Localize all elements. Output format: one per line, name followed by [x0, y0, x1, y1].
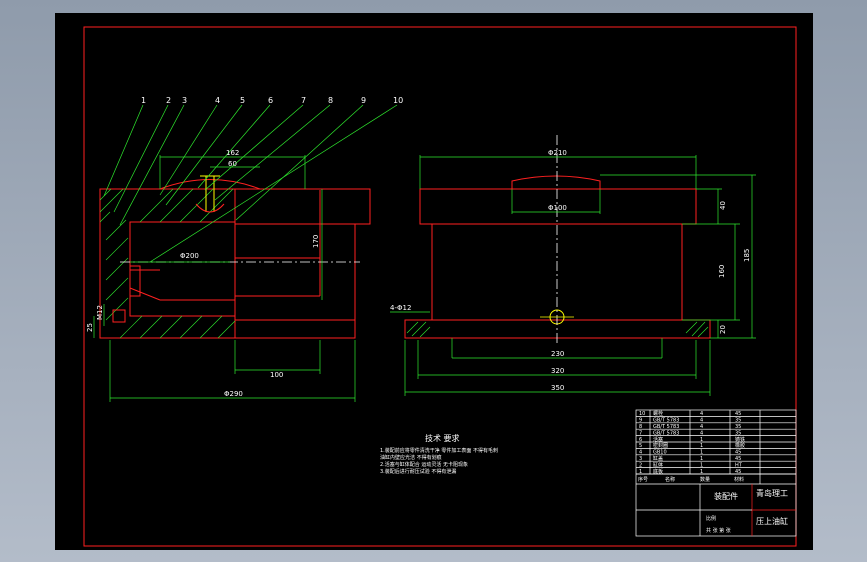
parts-row-no: 10 [639, 411, 645, 417]
notes-line-2: 油缸内壁应光洁 不得有划痕 [380, 454, 442, 461]
dim-m12: M12 [96, 305, 104, 320]
dim-40: 40 [719, 201, 727, 210]
tb-sheet: 共 张 第 张 [706, 527, 731, 534]
dim-4-dia-12: 4-Φ12 [390, 304, 411, 312]
parts-row-name: GB/T 5783 [653, 424, 679, 430]
parts-row-mat: 橡胶 [735, 442, 745, 449]
parts-row-name: 缸体 [653, 461, 663, 468]
parts-row-name: 活塞 [653, 436, 663, 443]
parts-row-qty: 1 [700, 450, 703, 456]
tb-part-name: 压上油缸 [756, 516, 788, 526]
tb-header-qty: 数量 [700, 476, 710, 483]
dim-170: 170 [312, 235, 320, 248]
parts-row-no: 2 [639, 462, 642, 468]
parts-row-no: 5 [639, 443, 642, 449]
parts-row-no: 3 [639, 456, 642, 462]
parts-row-name: GB10 [653, 450, 667, 456]
notes-line-4: 3.装配后进行耐压试验 不得有泄漏 [380, 468, 456, 475]
parts-row-mat: HT [735, 462, 743, 468]
dim-100: 100 [270, 371, 283, 379]
parts-row-qty: 1 [700, 469, 703, 475]
parts-row-qty: 4 [700, 430, 703, 436]
parts-row-mat: 45 [735, 456, 741, 462]
parts-row-name: GB/T 5783 [653, 430, 679, 436]
balloon-10: 10 [393, 96, 403, 105]
balloon-2: 2 [166, 96, 171, 105]
parts-row-qty: 4 [700, 424, 703, 430]
parts-row-no: 4 [639, 450, 642, 456]
parts-row-name: GB/T 5783 [653, 418, 679, 424]
parts-row-qty: 4 [700, 418, 703, 424]
tb-header-name: 名称 [665, 476, 675, 483]
cad-drawing-canvas[interactable]: 1 2 3 4 5 6 7 8 9 10 162 60 Φ200 170 100… [0, 0, 867, 562]
parts-row-name: 底板 [653, 468, 663, 475]
balloon-3: 3 [182, 96, 187, 105]
balloon-4: 4 [215, 96, 220, 105]
dim-dia-210: Φ210 [548, 149, 567, 157]
dim-230: 230 [551, 350, 564, 358]
dim-162: 162 [226, 149, 239, 157]
balloon-1: 1 [141, 96, 146, 105]
dim-dia-100: Φ100 [548, 204, 567, 212]
dim-60: 60 [228, 160, 237, 168]
tb-scale: 比例 [706, 515, 716, 522]
parts-row-mat: 35 [735, 418, 741, 424]
dim-160: 160 [718, 265, 726, 278]
balloon-5: 5 [240, 96, 245, 105]
tb-school: 青岛理工 [756, 488, 788, 498]
dim-dia-290: Φ290 [224, 390, 243, 398]
balloon-9: 9 [361, 96, 366, 105]
notes-line-3: 2.活塞与缸体配合 运动灵活 无卡阻现象 [380, 461, 468, 468]
notes-line-1: 1.装配前应将零件清洗干净 零件加工表面 不得有毛刺 [380, 447, 498, 454]
parts-row-name: 螺栓 [653, 410, 663, 417]
parts-row-no: 7 [639, 430, 642, 436]
parts-row-qty: 1 [700, 462, 703, 468]
parts-row-qty: 1 [700, 443, 703, 449]
balloon-7: 7 [301, 96, 306, 105]
parts-row-mat: 45 [735, 469, 741, 475]
parts-row-no: 6 [639, 437, 642, 443]
dim-350: 350 [551, 384, 564, 392]
balloon-6: 6 [268, 96, 273, 105]
parts-row-no: 9 [639, 418, 642, 424]
tb-header-no: 序号 [638, 476, 648, 483]
parts-row-qty: 1 [700, 437, 703, 443]
parts-row-no: 1 [639, 469, 642, 475]
dim-20: 20 [719, 325, 727, 334]
parts-row-mat: 35 [735, 424, 741, 430]
parts-row-mat: 45 [735, 411, 741, 417]
dim-dia-200: Φ200 [180, 252, 199, 260]
parts-row-name: 密封圈 [653, 442, 668, 449]
parts-row-qty: 4 [700, 411, 703, 417]
dim-25: 25 [86, 323, 94, 332]
parts-row-qty: 1 [700, 456, 703, 462]
notes-heading: 技术 要求 [425, 433, 460, 443]
tb-header-mat: 材料 [734, 476, 744, 483]
parts-row-mat: 铸铁 [735, 436, 745, 443]
parts-row-no: 8 [639, 424, 642, 430]
dim-185: 185 [743, 249, 751, 262]
parts-row-mat: 45 [735, 450, 741, 456]
balloon-8: 8 [328, 96, 333, 105]
dim-320: 320 [551, 367, 564, 375]
parts-row-mat: 35 [735, 430, 741, 436]
parts-row-name: 缸盖 [653, 455, 663, 462]
tb-drawing-label: 装配件 [714, 491, 738, 501]
